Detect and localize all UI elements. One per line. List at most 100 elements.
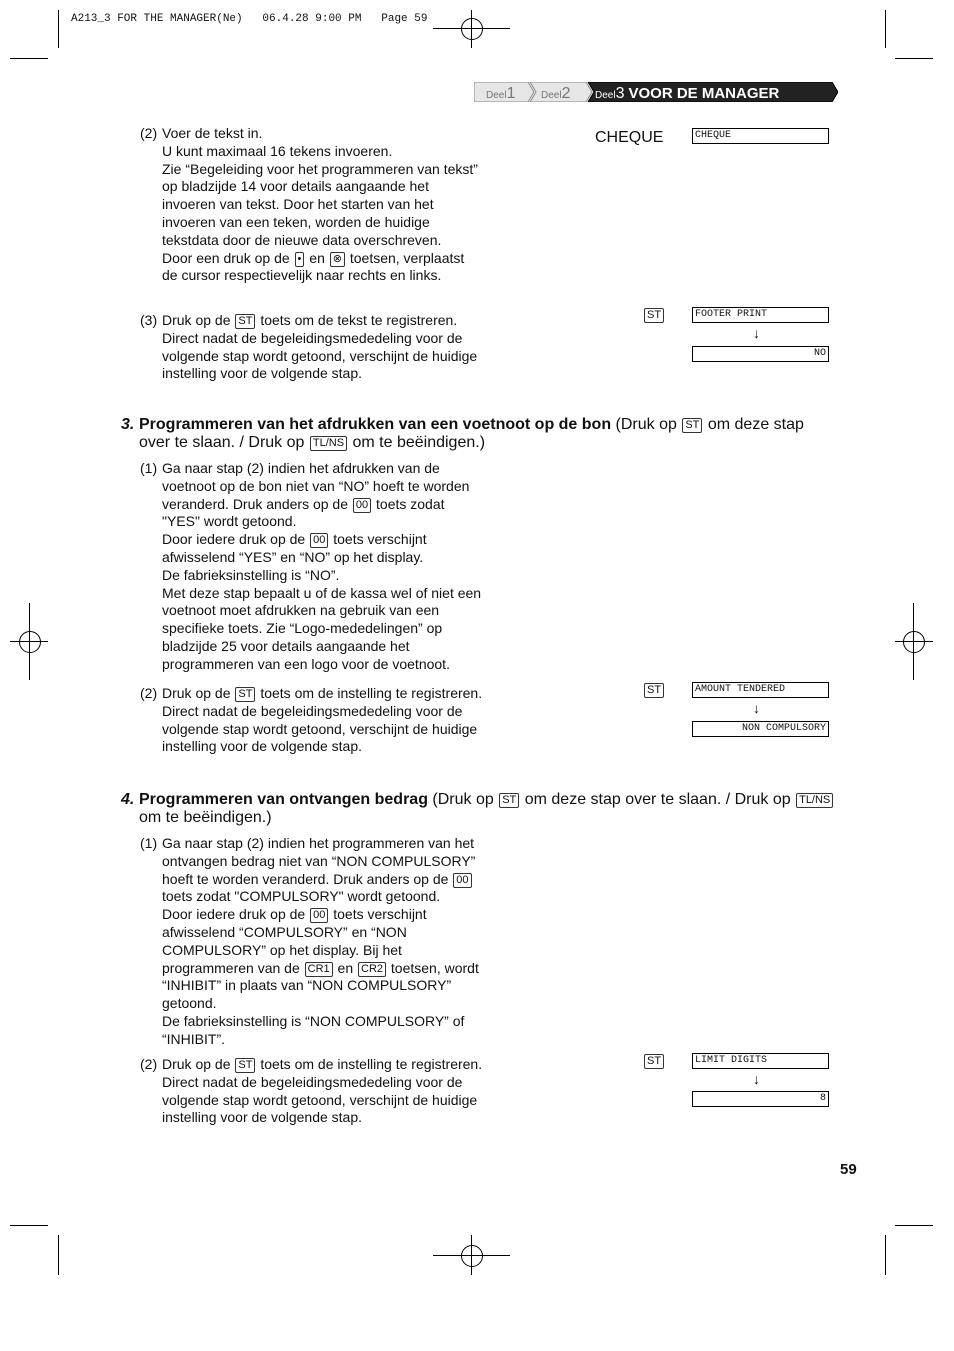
arrow-down-icon: ↓ <box>753 700 760 716</box>
text: Druk op de <box>162 685 235 701</box>
text: toets zodat "COMPULSORY" wordt getoond. <box>162 888 441 905</box>
text-line: U kunt maximaal 16 tekens invoeren. <box>140 142 478 160</box>
text-line: De fabrieksinstelling is “NON COMPULSORY… <box>140 1013 479 1031</box>
text-line: "YES" wordt getoond. <box>140 513 481 531</box>
crop-mark <box>885 10 886 48</box>
text: (Druk op <box>611 416 682 433</box>
text: Druk op de <box>162 1056 235 1072</box>
text-line: hoeft te worden veranderd. Druk anders o… <box>140 871 479 889</box>
arrow-down-icon: ↓ <box>753 325 760 341</box>
text: Ga naar stap (2) indien het programmeren… <box>162 835 475 851</box>
text: toets om de instelling te registreren. <box>256 1056 483 1072</box>
registration-mark <box>19 631 41 653</box>
text-line: afwisselend “YES” en “NO” op het display… <box>140 549 481 567</box>
text: toets verschijnt <box>329 906 427 923</box>
text: volgende stap wordt getoond, verschijnt … <box>162 347 478 364</box>
heading-title: Programmeren van ontvangen bedrag <box>139 791 428 808</box>
step-number: (2) <box>140 125 158 141</box>
text-line: programmeren van een logo voor de voetno… <box>140 656 481 674</box>
text: volgende stap wordt getoond, verschijnt … <box>162 720 478 737</box>
key-glyph: ST <box>682 418 703 433</box>
text-line: voetnoot moet afdrukken na gebruik van e… <box>140 602 481 620</box>
text-line: instelling voor de volgende stap. <box>140 1109 482 1127</box>
text: toets om de instelling te registreren. <box>256 685 483 701</box>
text: U kunt maximaal 16 tekens invoeren. <box>162 142 393 159</box>
text-line: specifieke toets. Zie “Logo-mededelingen… <box>140 620 481 638</box>
section-3-step-2: (2) Druk op de ST toets om de instelling… <box>140 685 482 756</box>
key-glyph: 00 <box>310 533 329 549</box>
text: toets om de tekst te registreren. <box>256 312 458 328</box>
crop-mark <box>895 58 933 59</box>
text-line: volgende stap wordt getoond, verschijnt … <box>140 721 482 739</box>
text: Door iedere druk op de <box>162 906 310 923</box>
text: ontvangen bedrag niet van “NON COMPULSOR… <box>162 852 476 869</box>
text: Direct nadat de begeleidingsmededeling v… <box>162 1073 463 1090</box>
text: Direct nadat de begeleidingsmededeling v… <box>162 702 463 719</box>
registration-mark <box>461 1245 483 1267</box>
key-glyph: ST <box>499 793 520 808</box>
text-line: om te beëindigen.) <box>121 808 834 826</box>
text: invoeren van tekst. Door het starten van… <box>162 196 434 213</box>
text: op bladzijde 14 voor details aangaande h… <box>162 178 429 195</box>
text-line: afwisselend “COMPULSORY” en “NON <box>140 924 479 942</box>
text: en <box>305 249 329 266</box>
key-glyph: CR1 <box>304 961 333 977</box>
step-3-register-text: (3) Druk op de ST toets om de tekst te r… <box>140 311 477 382</box>
text: om te beëindigen.) <box>139 808 272 826</box>
crop-mark <box>10 58 48 59</box>
step-2-enter-text: (2) Voer de tekst in. U kunt maximaal 16 … <box>140 124 478 284</box>
text-line: getoond. <box>140 995 479 1013</box>
key-glyph: ST <box>235 687 256 702</box>
text: tekstdata door de nieuwe data overschrev… <box>162 231 442 248</box>
display-footer-print: FOOTER PRINT <box>692 307 829 323</box>
text: voetnoot op de bon niet van “NO” hoeft t… <box>162 477 470 494</box>
crop-mark <box>885 1235 886 1275</box>
text: Ga naar stap (2) indien het afdrukken va… <box>162 460 440 476</box>
text-line: toets zodat "COMPULSORY" wordt getoond. <box>140 888 479 906</box>
display-footer-value: NO <box>692 346 829 362</box>
key-glyph: 00 <box>453 872 472 888</box>
text: COMPULSORY” op het display. Bij het <box>162 941 402 958</box>
text-line: tekstdata door de nieuwe data overschrev… <box>140 231 478 249</box>
text-line: (2) Druk op de ST toets om de instelling… <box>140 1056 482 1074</box>
display-amount-value: NON COMPULSORY <box>692 721 829 737</box>
section-4-step-1: (1) Ga naar stap (2) indien het programm… <box>140 835 479 1049</box>
text-line: (2) Voer de tekst in. <box>140 124 478 142</box>
crop-mark <box>58 10 59 48</box>
text: toets verschijnt <box>329 531 427 548</box>
st-key: ST <box>644 308 665 323</box>
text: Direct nadat de begeleidingsmededeling v… <box>162 329 463 346</box>
step-number: (2) <box>140 1056 158 1072</box>
text-line: Direct nadat de begeleidingsmededeling v… <box>140 703 482 721</box>
text: (Druk op <box>427 791 499 808</box>
text-line: Door iedere druk op de 00 toets verschij… <box>140 906 479 924</box>
text-line: invoeren van tekst. Door het starten van… <box>140 195 478 213</box>
key-glyph: TL/NS <box>309 435 348 451</box>
text-line: (2) Druk op de ST toets om de instelling… <box>140 685 482 703</box>
text-line: volgende stap wordt getoond, verschijnt … <box>140 1092 482 1110</box>
text: Door een druk op de <box>162 249 294 266</box>
page-number: 59 <box>840 1161 857 1178</box>
key-glyph: ST <box>235 1058 256 1073</box>
key-glyph: 00 <box>310 908 329 924</box>
key-glyph: CR2 <box>358 961 387 977</box>
text: instelling voor de volgende stap. <box>162 738 363 755</box>
text-line: ontvangen bedrag niet van “NON COMPULSOR… <box>140 853 479 871</box>
text: Door iedere druk op de <box>162 531 310 548</box>
key-glyph: 00 <box>352 497 372 513</box>
text-line: Met deze stap bepaalt u of de kassa wel … <box>140 585 481 603</box>
text: programmeren van de <box>162 959 304 976</box>
text: voetnoot moet afdrukken na gebruik van e… <box>162 602 440 619</box>
text: hoeft te worden veranderd. Druk anders o… <box>162 870 453 887</box>
section-3-heading: 3. Programmeren van het afdrukken van ee… <box>121 415 804 451</box>
text-line: (3) Druk op de ST toets om de tekst te r… <box>140 311 477 329</box>
section-4-step-2: (2) Druk op de ST toets om de instelling… <box>140 1056 482 1127</box>
text-line: Direct nadat de begeleidingsmededeling v… <box>140 1074 482 1092</box>
manual-page: A213_3 FOR THE MANAGER(Ne) 06.4.28 9:00 … <box>0 0 954 1351</box>
text-line: “INHIBIT” in plaats van “NON COMPULSORY” <box>140 977 479 995</box>
key-glyph: ST <box>235 314 256 329</box>
text-line: op bladzijde 14 voor details aangaande h… <box>140 177 478 195</box>
key-glyph: TL/NS <box>796 793 834 808</box>
text: en <box>333 959 358 976</box>
text-line: volgende stap wordt getoond, verschijnt … <box>140 347 477 365</box>
